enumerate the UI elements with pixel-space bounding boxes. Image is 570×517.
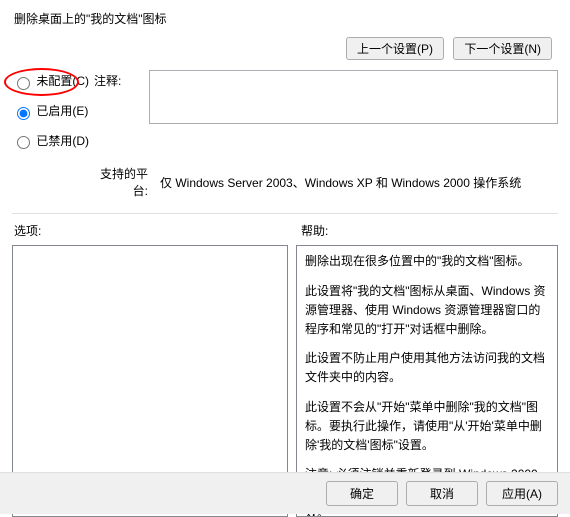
- help-text: 删除出现在很多位置中的"我的文档"图标。: [305, 252, 549, 271]
- platform-label: 支持的平台:: [94, 165, 152, 199]
- radio-enabled[interactable]: 已启用(E): [12, 102, 94, 120]
- prev-setting-button[interactable]: 上一个设置(P): [346, 37, 444, 60]
- platform-value: 仅 Windows Server 2003、Windows XP 和 Windo…: [152, 174, 521, 191]
- radio-enabled-label: 已启用(E): [36, 104, 88, 118]
- radio-not-configured-input[interactable]: [17, 77, 30, 90]
- radio-disabled-label: 已禁用(D): [36, 134, 89, 148]
- radio-enabled-input[interactable]: [17, 107, 30, 120]
- radio-disabled-input[interactable]: [17, 136, 30, 149]
- comment-label: 注释:: [94, 72, 149, 88]
- radio-disabled[interactable]: 已禁用(D): [12, 132, 94, 150]
- comment-textarea[interactable]: [149, 70, 558, 124]
- policy-title: 删除桌面上的"我的文档"图标: [12, 8, 558, 35]
- next-setting-button[interactable]: 下一个设置(N): [453, 37, 552, 60]
- divider: [12, 213, 558, 214]
- apply-button[interactable]: 应用(A): [486, 481, 558, 506]
- options-label: 选项:: [12, 222, 297, 239]
- help-label: 帮助:: [297, 222, 328, 239]
- help-text: 此设置不防止用户使用其他方法访问我的文档文件夹中的内容。: [305, 349, 549, 387]
- help-text: 此设置不会从"开始"菜单中删除"我的文档"图标。要执行此操作，请使用"从'开始'…: [305, 398, 549, 456]
- radio-not-configured-label: 未配置(C): [36, 74, 89, 88]
- dialog-footer: 确定 取消 应用(A): [0, 472, 570, 514]
- config-radio-group: 未配置(C) 已启用(E) 已禁用(D): [12, 70, 94, 161]
- ok-button[interactable]: 确定: [326, 481, 398, 506]
- cancel-button[interactable]: 取消: [406, 481, 478, 506]
- radio-not-configured[interactable]: 未配置(C): [12, 72, 94, 90]
- help-text: 此设置将"我的文档"图标从桌面、Windows 资源管理器、使用 Windows…: [305, 282, 549, 340]
